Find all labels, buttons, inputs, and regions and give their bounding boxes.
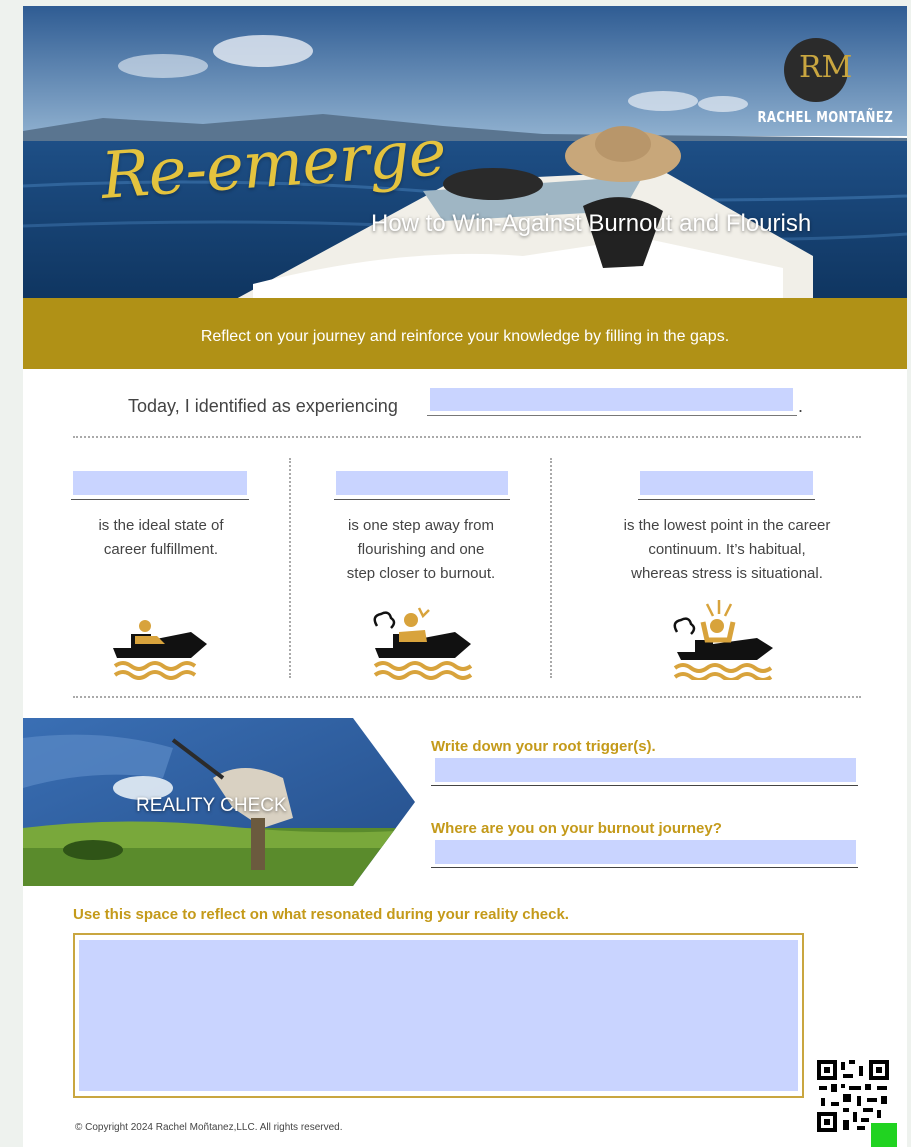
journey-input[interactable] <box>435 840 856 864</box>
dotted-divider-top <box>73 436 861 438</box>
burnout-input[interactable] <box>640 471 813 495</box>
reality-check-label: REALITY CHECK <box>136 795 287 816</box>
today-input[interactable] <box>430 388 793 411</box>
monogram-text: RM <box>799 50 853 85</box>
flourishing-input[interactable] <box>73 471 247 495</box>
relaxed-boat-icon <box>113 620 207 680</box>
stage-description: is one step away from flourishing and one… <box>346 517 496 582</box>
journey-underline <box>431 867 858 868</box>
tense-boat-icon <box>373 607 473 680</box>
dotted-divider-bottom <box>73 696 861 698</box>
stage-description: is the lowest point in the career continu… <box>623 517 831 582</box>
status-corner-tab[interactable] <box>871 1123 897 1147</box>
stage-description: is the ideal state of career fulfillment. <box>98 517 224 558</box>
dotted-column-divider <box>550 458 552 678</box>
journey-label: Where are you on your burnout journey? <box>431 820 722 837</box>
dotted-column-divider <box>289 458 291 678</box>
monogram-badge: RM <box>784 38 852 102</box>
hero-banner: RM RACHEL MONTAÑEZ Re-emerge How to Win-… <box>23 6 907 369</box>
brand-name: RACHEL MONTAÑEZ <box>757 108 894 126</box>
languishing-input[interactable] <box>336 471 508 495</box>
today-underline <box>427 415 797 416</box>
stage-underline <box>71 499 249 500</box>
worksheet-page: RM RACHEL MONTAÑEZ Re-emerge How to Win-… <box>23 6 907 1147</box>
today-prompt: Today, I identified as experiencing <box>128 396 398 416</box>
hero-subtitle: How to Win-Against Burnout and Flourish <box>371 210 812 237</box>
root-trigger-underline <box>431 785 858 786</box>
brand-logo: RM RACHEL MONTAÑEZ <box>741 38 894 126</box>
reflect-label: Use this space to reflect on what resona… <box>73 906 569 923</box>
root-trigger-input[interactable] <box>435 758 856 782</box>
root-trigger-label: Write down your root trigger(s). <box>431 738 656 755</box>
distressed-boat-icon <box>673 600 773 680</box>
reflect-input[interactable] <box>79 940 798 1091</box>
copyright-text: © Copyright 2024 Rachel Moñtanez,LLC. Al… <box>75 1122 343 1133</box>
instruction-text: Reflect on your journey and reinforce yo… <box>200 328 730 345</box>
stage-underline <box>638 499 815 500</box>
today-period: . <box>798 396 804 416</box>
stage-underline <box>334 499 510 500</box>
